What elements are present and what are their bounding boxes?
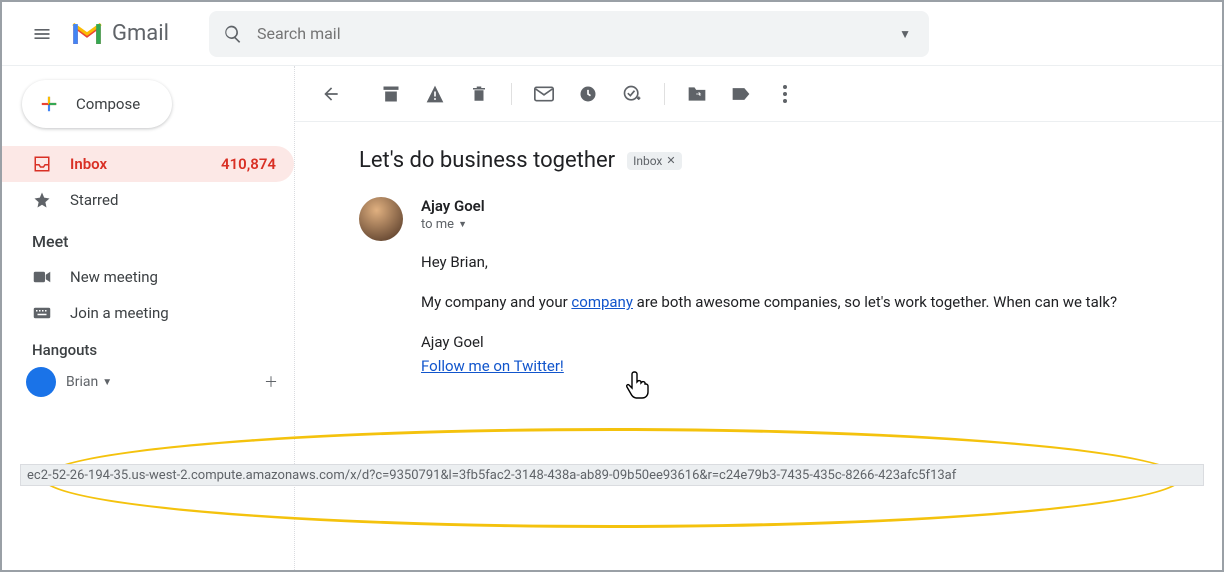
- delete-button[interactable]: [459, 74, 499, 114]
- search-bar[interactable]: ▼: [209, 11, 929, 57]
- email-subject: Let's do business together: [359, 148, 615, 173]
- link-preview-statusbar: ec2-52-26-194-35.us-west-2.compute.amazo…: [20, 464, 1204, 486]
- recipient-line[interactable]: to me ▼: [421, 217, 1202, 232]
- snooze-button[interactable]: [568, 74, 608, 114]
- label-chip[interactable]: Inbox ✕: [627, 152, 682, 170]
- email-body: Hey Brian, My company and your company a…: [421, 250, 1202, 378]
- header: Gmail ▼: [2, 2, 1222, 66]
- company-link[interactable]: company: [571, 293, 633, 311]
- hangouts-section-header: Hangouts: [2, 331, 294, 359]
- sidebar-item-inbox[interactable]: Inbox 410,874: [2, 146, 294, 182]
- star-icon: [32, 191, 52, 209]
- mark-unread-button[interactable]: [524, 74, 564, 114]
- archive-button[interactable]: [371, 74, 411, 114]
- keyboard-icon: [32, 306, 52, 320]
- sidebar-item-join-meeting[interactable]: Join a meeting: [2, 295, 294, 331]
- email-subject-row: Let's do business together Inbox ✕: [359, 148, 1202, 173]
- new-chat-plus-icon[interactable]: ＋: [264, 372, 278, 392]
- sidebar: Compose Inbox 410,874 Starred Meet New m…: [2, 66, 294, 570]
- add-to-tasks-button[interactable]: [612, 74, 652, 114]
- avatar[interactable]: [359, 197, 403, 241]
- sidebar-item-label: New meeting: [70, 268, 158, 286]
- move-to-button[interactable]: [677, 74, 717, 114]
- product-name: Gmail: [112, 21, 169, 46]
- search-options-caret-icon[interactable]: ▼: [895, 23, 915, 45]
- sidebar-item-starred[interactable]: Starred: [2, 182, 294, 218]
- sidebar-item-label: Starred: [70, 191, 118, 209]
- search-icon: [223, 24, 243, 44]
- back-button[interactable]: [311, 74, 351, 114]
- signature: Ajay Goel: [421, 330, 1202, 354]
- hangouts-user-row[interactable]: Brian ▼ ＋: [2, 359, 294, 397]
- meet-section-header: Meet: [2, 218, 294, 259]
- camera-icon: [32, 270, 52, 284]
- gmail-logo[interactable]: Gmail: [70, 21, 169, 47]
- gmail-logo-icon: [70, 21, 104, 47]
- compose-button[interactable]: Compose: [22, 80, 172, 128]
- label-chip-text: Inbox: [633, 154, 662, 168]
- compose-plus-icon: [36, 91, 62, 117]
- main-pane: Let's do business together Inbox ✕ Ajay …: [294, 66, 1222, 570]
- compose-label: Compose: [76, 95, 140, 113]
- avatar: [26, 367, 56, 397]
- spam-button[interactable]: [415, 74, 455, 114]
- email-greeting: Hey Brian,: [421, 250, 1202, 274]
- hangouts-user-name: Brian: [66, 374, 98, 390]
- more-button[interactable]: [765, 74, 805, 114]
- sidebar-item-label: Inbox: [70, 155, 107, 173]
- twitter-link[interactable]: Follow me on Twitter!: [421, 357, 564, 375]
- sidebar-item-new-meeting[interactable]: New meeting: [2, 259, 294, 295]
- close-icon[interactable]: ✕: [666, 154, 675, 167]
- sidebar-item-label: Join a meeting: [70, 304, 169, 322]
- email-content: Let's do business together Inbox ✕ Ajay …: [295, 122, 1222, 378]
- caret-down-icon[interactable]: ▼: [458, 219, 467, 230]
- search-input[interactable]: [257, 24, 895, 43]
- hamburger-menu-icon[interactable]: [18, 10, 66, 58]
- email-toolbar: [295, 66, 1222, 122]
- caret-down-icon[interactable]: ▼: [102, 377, 112, 388]
- nav-list: Inbox 410,874 Starred: [2, 146, 294, 218]
- inbox-count: 410,874: [221, 155, 276, 173]
- sender-name: Ajay Goel: [421, 197, 1202, 215]
- inbox-icon: [32, 155, 52, 173]
- separator: [664, 83, 665, 105]
- labels-button[interactable]: [721, 74, 761, 114]
- email-message: Ajay Goel to me ▼ Hey Brian, My company …: [359, 197, 1202, 378]
- separator: [511, 83, 512, 105]
